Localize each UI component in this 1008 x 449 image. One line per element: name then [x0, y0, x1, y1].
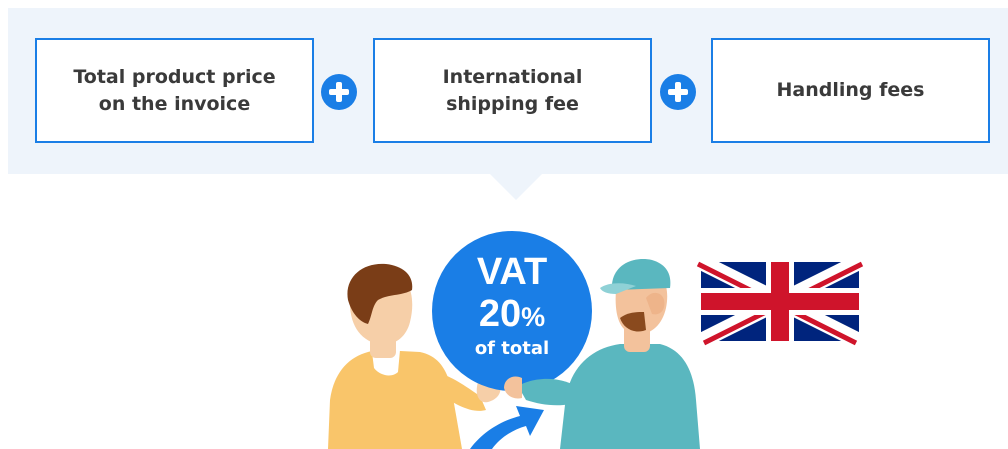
vat-rate-value: 20: [478, 293, 522, 335]
union-jack-flag-icon: [696, 254, 864, 349]
vat-percent-sign: %: [521, 302, 546, 332]
vat-rate: 20%: [432, 294, 592, 337]
vat-subtitle: of total: [474, 338, 550, 359]
arrow-icon: [470, 406, 544, 449]
vat-illustration: [328, 231, 864, 449]
vat-title: VAT: [476, 251, 548, 293]
